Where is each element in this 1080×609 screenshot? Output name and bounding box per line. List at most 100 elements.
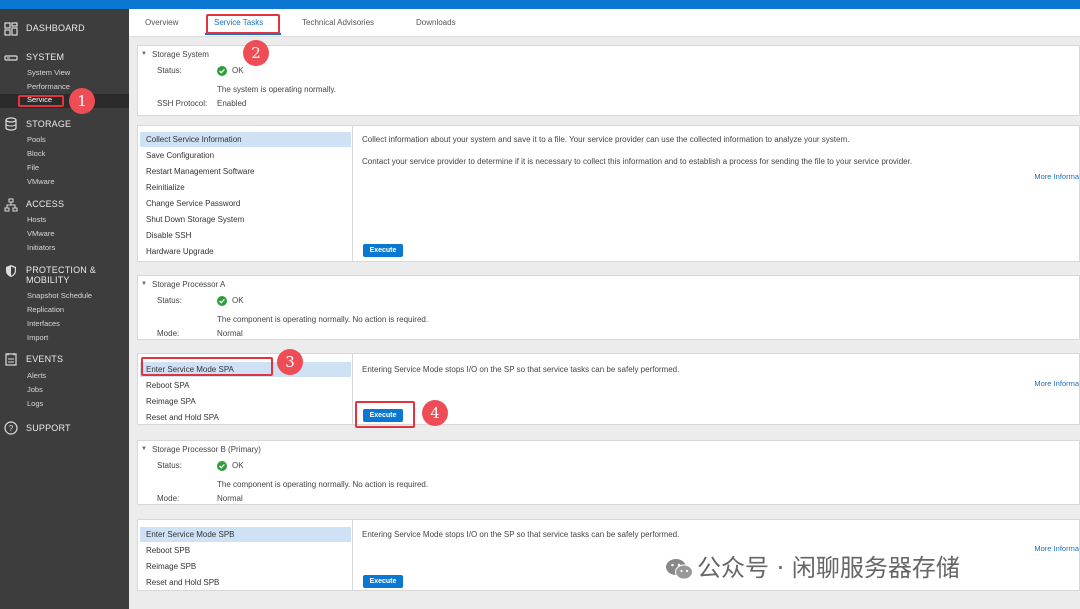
- section-title: Storage Processor A: [152, 280, 226, 289]
- events-icon: [4, 352, 18, 366]
- sidebar-item-logs[interactable]: Logs: [27, 399, 43, 408]
- status-value: OK: [232, 296, 244, 305]
- sidebar-item-hosts[interactable]: Hosts: [27, 215, 46, 224]
- task-enter-service-mode-spb[interactable]: Enter Service Mode SPB: [140, 527, 351, 542]
- wechat-icon: [665, 558, 693, 580]
- task-save-configuration[interactable]: Save Configuration: [140, 148, 351, 163]
- tab-technical-advisories[interactable]: Technical Advisories: [302, 18, 374, 27]
- collapse-caret-icon[interactable]: ▼: [141, 281, 147, 287]
- sidebar-item-alerts[interactable]: Alerts: [27, 371, 46, 380]
- collapse-caret-icon[interactable]: ▼: [141, 51, 147, 57]
- storage-system-panel: ▼ Storage System Status: OK The system i…: [137, 45, 1080, 116]
- collapse-caret-icon[interactable]: ▼: [141, 446, 147, 452]
- highlight-box-execute: [355, 401, 415, 428]
- task-reset-hold-spa[interactable]: Reset and Hold SPA: [140, 410, 351, 425]
- mode-label: Mode:: [157, 329, 180, 338]
- task-collect-service-info[interactable]: Collect Service Information: [140, 132, 351, 147]
- task-list: Enter Service Mode SPB Reboot SPB Reimag…: [138, 520, 353, 590]
- sidebar-item-import[interactable]: Import: [27, 333, 48, 342]
- ok-check-icon: [217, 461, 227, 471]
- sidebar-item-system-view[interactable]: System View: [27, 68, 70, 77]
- watermark: 公众号 · 闲聊服务器存储: [665, 548, 960, 583]
- step-badge-3: 3: [277, 349, 303, 375]
- dashboard-icon: [4, 22, 18, 36]
- system-icon: [4, 51, 18, 65]
- step-badge-2: 2: [243, 40, 269, 66]
- mode-value: Normal: [217, 494, 243, 503]
- ssh-value: Enabled: [217, 99, 247, 108]
- task-change-service-password[interactable]: Change Service Password: [140, 196, 351, 211]
- task-reset-hold-spb[interactable]: Reset and Hold SPB: [140, 575, 351, 590]
- task-reboot-spb[interactable]: Reboot SPB: [140, 543, 351, 558]
- step-badge-4: 4: [422, 400, 448, 426]
- tab-overview[interactable]: Overview: [145, 18, 178, 27]
- more-information-link[interactable]: More Informa: [1034, 544, 1079, 553]
- task-description: Collect information about your system an…: [362, 135, 850, 144]
- access-icon: [4, 198, 18, 212]
- tab-downloads[interactable]: Downloads: [416, 18, 456, 27]
- mode-label: Mode:: [157, 494, 180, 503]
- storage-system-tasks: Collect Service Information Save Configu…: [137, 125, 1080, 262]
- sidebar-item-snapshot-schedule[interactable]: Snapshot Schedule: [27, 291, 92, 300]
- sidebar-item-performance[interactable]: Performance: [27, 82, 70, 91]
- sidebar-item-vmware-storage[interactable]: VMware: [27, 177, 55, 186]
- task-restart-management[interactable]: Restart Management Software: [140, 164, 351, 179]
- sidebar-protection[interactable]: PROTECTION &: [26, 265, 96, 275]
- help-icon: ?: [4, 421, 18, 435]
- task-reimage-spb[interactable]: Reimage SPB: [140, 559, 351, 574]
- status-label: Status:: [157, 66, 182, 75]
- sidebar-events[interactable]: EVENTS: [26, 354, 63, 364]
- top-bar: [0, 0, 1080, 9]
- status-label: Status:: [157, 461, 182, 470]
- sidebar-item-initiators[interactable]: Initiators: [27, 243, 55, 252]
- sidebar-item-vmware-access[interactable]: VMware: [27, 229, 55, 238]
- sidebar-item-pools[interactable]: Pools: [27, 135, 46, 144]
- sidebar-item-replication[interactable]: Replication: [27, 305, 64, 314]
- sidebar-access[interactable]: ACCESS: [26, 199, 64, 209]
- sidebar-system[interactable]: SYSTEM: [26, 52, 64, 62]
- sidebar-item-interfaces[interactable]: Interfaces: [27, 319, 60, 328]
- task-description: Entering Service Mode stops I/O on the S…: [362, 530, 680, 539]
- execute-button[interactable]: Execute: [363, 575, 403, 588]
- status-value: OK: [232, 66, 244, 75]
- svg-text:?: ?: [9, 424, 14, 433]
- sidebar-item-jobs[interactable]: Jobs: [27, 385, 43, 394]
- spa-panel: ▼ Storage Processor A Status: OK The com…: [137, 275, 1080, 340]
- task-reboot-spa[interactable]: Reboot SPA: [140, 378, 351, 393]
- execute-button[interactable]: Execute: [363, 244, 403, 257]
- more-information-link[interactable]: More Informa: [1034, 379, 1079, 388]
- status-message: The component is operating normally. No …: [217, 315, 429, 324]
- spb-panel: ▼ Storage Processor B (Primary) Status: …: [137, 440, 1080, 505]
- status-label: Status:: [157, 296, 182, 305]
- ssh-label: SSH Protocol:: [157, 99, 208, 108]
- main-content: ▼ Storage System Status: OK The system i…: [129, 37, 1080, 609]
- sidebar-item-file[interactable]: File: [27, 163, 39, 172]
- highlight-box-enter-service-mode: [141, 357, 273, 376]
- highlight-box-service-tasks: [206, 14, 280, 34]
- step-badge-1: 1: [69, 88, 95, 114]
- task-reinitialize[interactable]: Reinitialize: [140, 180, 351, 195]
- sidebar-storage[interactable]: STORAGE: [26, 119, 71, 129]
- storage-icon: [4, 117, 18, 131]
- ok-check-icon: [217, 296, 227, 306]
- task-disable-ssh[interactable]: Disable SSH: [140, 228, 351, 243]
- task-hardware-upgrade[interactable]: Hardware Upgrade: [140, 244, 351, 259]
- sidebar-support[interactable]: SUPPORT: [26, 423, 71, 433]
- watermark-text: 公众号 · 闲聊服务器存储: [697, 554, 960, 582]
- section-title: Storage Processor B (Primary): [152, 445, 261, 454]
- status-message: The system is operating normally.: [217, 85, 337, 94]
- task-reimage-spa[interactable]: Reimage SPA: [140, 394, 351, 409]
- highlight-box-service: [18, 95, 64, 107]
- status-value: OK: [232, 461, 244, 470]
- task-list: Collect Service Information Save Configu…: [138, 126, 353, 261]
- more-information-link[interactable]: More Informa: [1034, 172, 1079, 181]
- section-title: Storage System: [152, 50, 209, 59]
- task-description: Entering Service Mode stops I/O on the S…: [362, 365, 680, 374]
- sidebar-item-block[interactable]: Block: [27, 149, 45, 158]
- shield-icon: [4, 264, 18, 278]
- mode-value: Normal: [217, 329, 243, 338]
- sidebar-dashboard[interactable]: DASHBOARD: [26, 23, 85, 33]
- task-shut-down[interactable]: Shut Down Storage System: [140, 212, 351, 227]
- status-message: The component is operating normally. No …: [217, 480, 429, 489]
- task-description-2: Contact your service provider to determi…: [362, 157, 913, 166]
